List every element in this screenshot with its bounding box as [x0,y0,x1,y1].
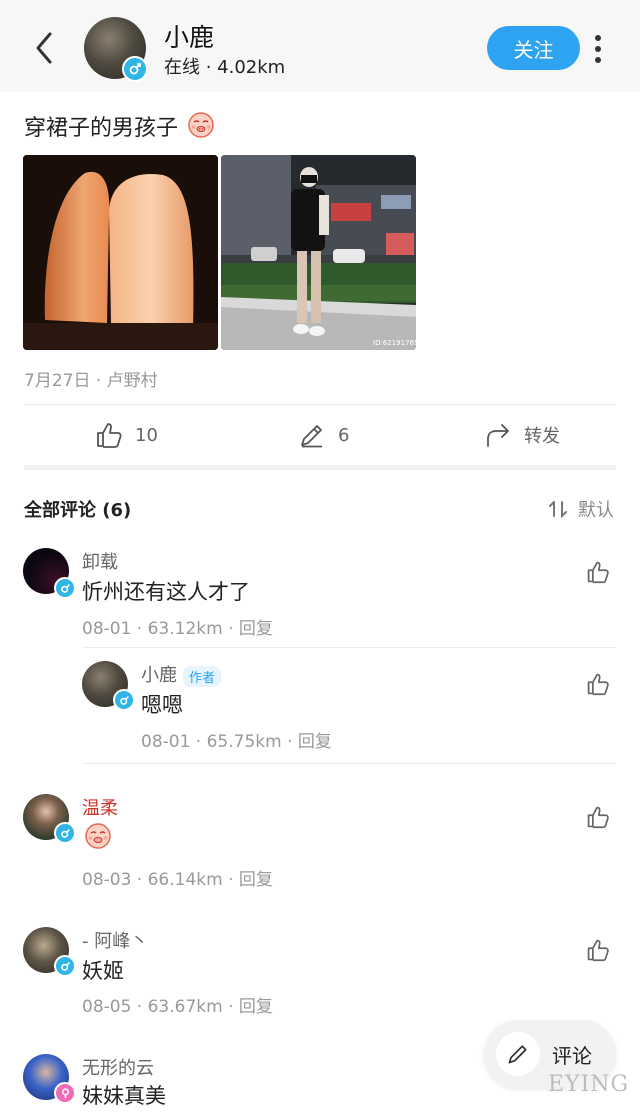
comment-author[interactable]: 无形的云 [82,1054,154,1080]
comment-author[interactable]: 温柔 [82,794,118,820]
comment-author[interactable]: - 阿峰丶 [82,927,148,953]
comment-action[interactable]: 6 [298,420,349,450]
user-status: 在线 · 4.02km [164,57,286,78]
post-title: 穿裙子的男孩子 [24,110,215,142]
post-meta: 7月27日 · 卢野村 [24,371,158,391]
comment-text: 嗯嗯 [141,693,183,717]
comment-text: 忻州还有这人才了 [82,580,250,604]
male-gender-icon [54,822,76,844]
thumbs-up-icon[interactable] [586,560,610,584]
comments-title: 全部评论 (6) [24,500,132,521]
post-title-text: 穿裙子的男孩子 [24,116,179,141]
sort-label: 默认 [578,500,614,521]
street-photo[interactable]: ID:621917696 [221,155,416,350]
follow-button[interactable]: 关注 [487,26,580,70]
sort-toggle[interactable]: 默认 [548,496,614,522]
divider [82,763,616,764]
male-gender-icon [113,689,135,711]
like-count: 10 [135,424,158,446]
pencil-icon [301,425,322,448]
thumbs-up-icon [97,423,122,448]
user-name[interactable]: 小鹿 [164,18,214,54]
comment-meta[interactable]: 08-01 · 65.75km · 回复 [141,727,332,752]
thumbs-up-icon[interactable] [586,672,610,696]
share-action[interactable]: 转发 [484,420,560,450]
header-bar: 小鹿 在线 · 4.02km 关注 [0,0,640,92]
comment-meta[interactable]: 08-01 · 63.12km · 回复 [82,614,273,639]
shy-pig-emoji-icon [85,823,111,849]
photo-watermark: ID:621917696 [373,339,416,347]
comment-text: 妖姬 [82,959,124,983]
legs-photo[interactable] [23,155,218,350]
sort-icon [549,501,567,519]
share-arrow-icon [487,424,509,447]
fab-icon-circle [496,1032,540,1076]
author-badge: 作者 [183,665,222,687]
share-label: 转发 [524,426,560,447]
male-gender-icon [122,56,148,82]
thumbs-up-icon[interactable] [586,805,610,829]
like-action[interactable]: 10 [95,420,158,450]
comment-author[interactable]: 小鹿 作者 [141,661,222,687]
comment-meta[interactable]: 08-03 · 66.14km · 回复 [82,865,273,890]
more-vertical-icon[interactable] [592,34,604,64]
reply-author-name[interactable]: 小鹿 [141,665,177,686]
fab-label: 评论 [552,1043,592,1068]
divider [24,404,616,405]
chevron-left-icon[interactable] [30,28,60,68]
male-gender-icon [54,955,76,977]
divider [82,647,616,648]
section-divider [24,465,616,470]
pencil-icon [508,1045,527,1064]
thumbs-up-icon[interactable] [586,938,610,962]
male-gender-icon [54,577,76,599]
watermark-logo: EYING [548,1072,630,1097]
female-gender-icon [54,1082,76,1104]
comment-text: 妹妹真美 [82,1084,166,1108]
comment-author[interactable]: 卸载 [82,548,118,574]
comment-count: 6 [338,424,350,446]
shy-pig-emoji-icon [188,112,214,138]
comment-meta[interactable]: 08-05 · 63.67km · 回复 [82,992,273,1017]
